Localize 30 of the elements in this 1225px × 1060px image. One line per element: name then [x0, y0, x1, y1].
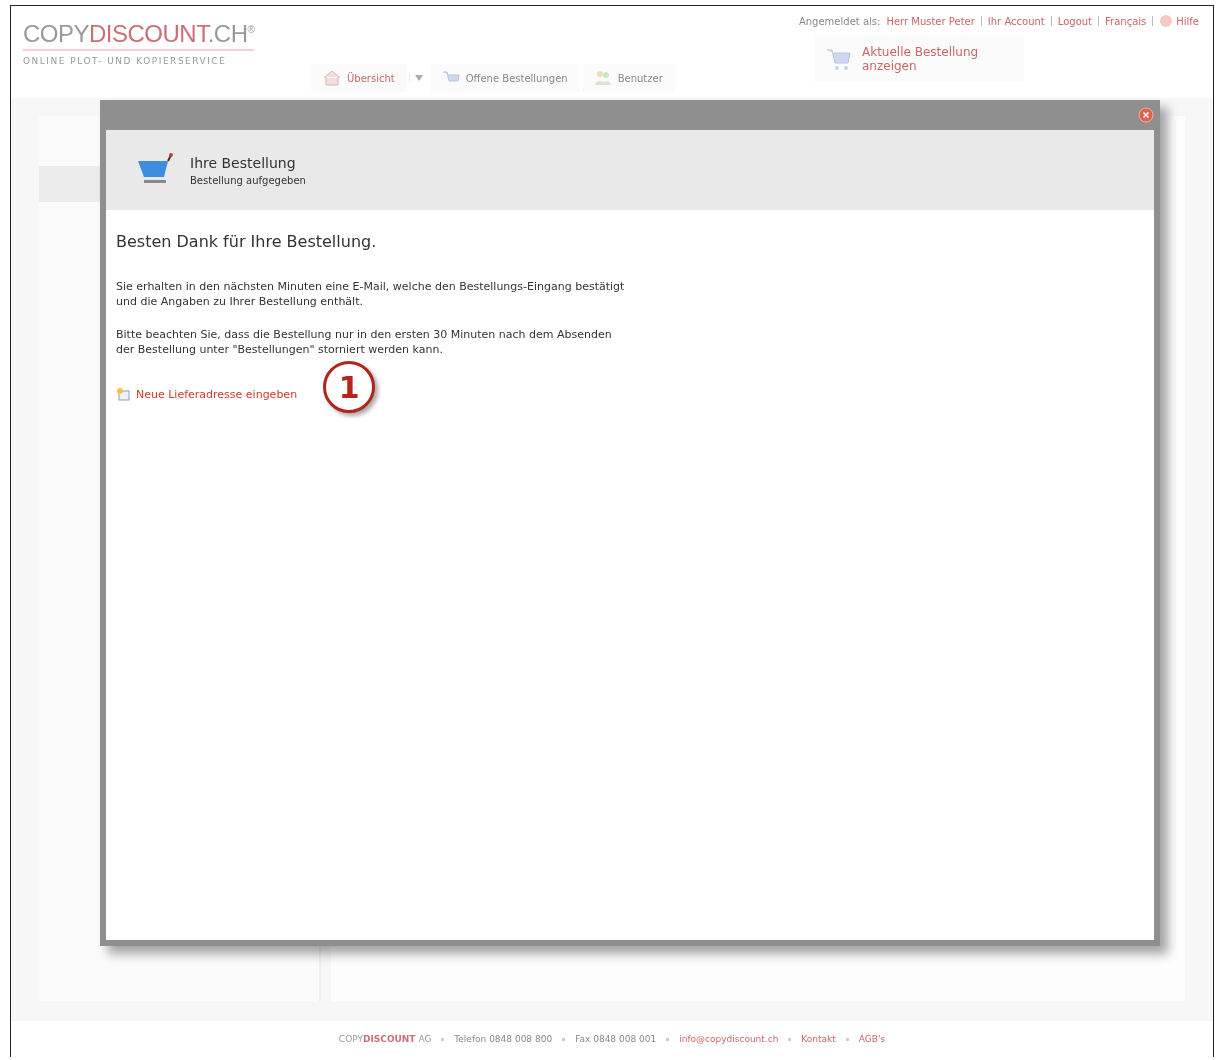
- house-icon: [323, 70, 341, 86]
- address-card-icon: [116, 387, 130, 401]
- close-icon[interactable]: [1138, 107, 1154, 123]
- nav-tab[interactable]: Übersicht: [311, 64, 407, 92]
- header-link[interactable]: Français: [1105, 15, 1147, 27]
- new-address-link[interactable]: Neue Lieferadresse eingeben: [136, 386, 298, 402]
- cart-icon: [826, 47, 852, 71]
- nav-tab[interactable]: Offene Bestellungen: [429, 64, 580, 92]
- footer-link[interactable]: info@copydiscount.ch: [679, 1034, 779, 1044]
- header-link[interactable]: Logout: [1057, 15, 1093, 27]
- footer-text: Telefon 0848 008 800: [454, 1034, 553, 1044]
- current-order-button[interactable]: Aktuelle Bestellung anzeigen: [814, 36, 1024, 82]
- footer-link[interactable]: AGB's: [858, 1034, 886, 1044]
- people-icon: [593, 70, 612, 86]
- logo-tagline: ONLINE PLOT- UND KOPIERSERVICE: [23, 56, 227, 66]
- dialog-title: Ihre Bestellung: [190, 154, 297, 171]
- info-paragraph: Sie erhalten in den nächsten Minuten eine E-Mail, welche den Bestellungs-Eingang bestätigt und die Angaben zu Ihrer Bestellung enthält.: [116, 279, 626, 309]
- signed-in-label: Angemeldet als:: [798, 15, 881, 27]
- dialog-subtitle: Bestellung aufgegeben: [190, 174, 306, 186]
- footer-text: Fax 0848 008 001: [575, 1034, 657, 1044]
- header-link[interactable]: Ihr Account: [987, 15, 1045, 27]
- callout-marker: 1: [323, 361, 376, 413]
- help-link[interactable]: Hilfe: [1176, 15, 1199, 27]
- header-link[interactable]: Herr Muster Peter: [886, 15, 975, 27]
- info-paragraph: Bitte beachten Sie, dass die Bestellung nur in den ersten 30 Minuten nach dem Absenden der Bestellung unter "Bestellungen" storniert werden kann.: [116, 327, 613, 357]
- thank-you-heading: Besten Dank für Ihre Bestellung.: [116, 234, 378, 249]
- nav-tab[interactable]: Benutzer: [581, 64, 675, 92]
- company-name: COPYDISCOUNT AG: [338, 1034, 432, 1044]
- logo[interactable]: COPYDISCOUNT.CH$^{®}$: [23, 20, 255, 51]
- footer-link[interactable]: Kontakt: [801, 1034, 836, 1044]
